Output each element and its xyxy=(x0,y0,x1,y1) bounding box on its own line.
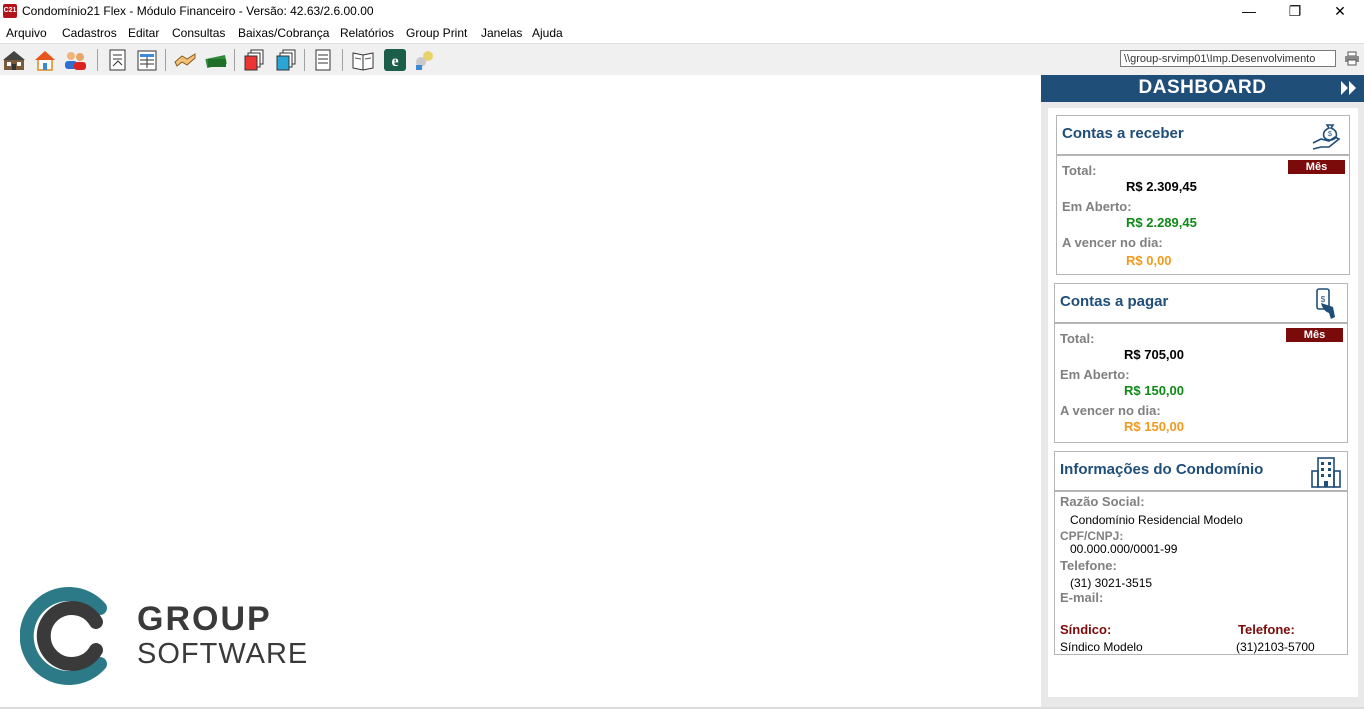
menu-consultas[interactable]: Consultas xyxy=(172,26,225,40)
menu-group-print[interactable]: Group Print xyxy=(406,26,467,40)
manual-icon[interactable] xyxy=(351,48,375,72)
condominios-icon[interactable] xyxy=(2,48,26,72)
receber-vencer-label: A vencer no dia: xyxy=(1062,235,1163,250)
pagar-title: Contas a pagar xyxy=(1060,293,1169,310)
window-title: Condomínio21 Flex - Módulo Financeiro - … xyxy=(22,4,374,18)
dashboard-panel: DASHBOARD Contas a receber $ Mês Total: … xyxy=(1041,75,1364,707)
building-icon xyxy=(1311,457,1341,488)
receber-total-value: R$ 2.309,45 xyxy=(1126,179,1197,194)
receber-total-label: Total: xyxy=(1062,163,1097,178)
payment-hand-icon: $ xyxy=(1316,288,1335,319)
title-bar: C21 Condomínio21 Flex - Módulo Financeir… xyxy=(0,0,1364,23)
planilha-icon[interactable] xyxy=(135,48,159,72)
relatorio-icon[interactable] xyxy=(311,48,335,72)
maximize-button[interactable]: ❐ xyxy=(1272,0,1318,23)
logo-text-software: SOFTWARE xyxy=(137,638,309,670)
usuarios-icon[interactable] xyxy=(413,48,437,72)
money-bag-hand-icon: $ xyxy=(1312,124,1341,150)
pagar-vencer-label: A vencer no dia: xyxy=(1060,403,1161,418)
menu-ajuda[interactable]: Ajuda xyxy=(532,26,563,40)
pagar-total-value: R$ 705,00 xyxy=(1124,347,1184,362)
menu-arquivo[interactable]: Arquivo xyxy=(6,26,47,40)
pagar-aberto-value: R$ 150,00 xyxy=(1124,383,1184,398)
telefone-label: Telefone: xyxy=(1060,558,1117,573)
razao-social-label: Razão Social: xyxy=(1060,494,1145,509)
cnpj-value: 00.000.000/0001-99 xyxy=(1070,542,1178,556)
app-icon: C21 xyxy=(3,4,17,18)
cnpj-label: CPF/CNPJ: xyxy=(1060,529,1124,543)
toolbar-separator xyxy=(234,49,235,71)
email-label: E-mail: xyxy=(1060,590,1104,605)
e-icon[interactable]: e xyxy=(383,48,407,72)
receber-card-header: Contas a receber $ xyxy=(1056,115,1350,155)
sindico-label: Síndico: xyxy=(1060,622,1112,637)
logo-text-group: GROUP xyxy=(137,600,272,638)
telefone-value: (31) 3021-3515 xyxy=(1070,576,1153,590)
receber-aberto-value: R$ 2.289,45 xyxy=(1126,215,1197,230)
pagar-month-badge[interactable]: Mês xyxy=(1286,328,1343,342)
pessoas-icon[interactable] xyxy=(63,48,87,72)
svg-text:e: e xyxy=(391,53,398,70)
lancamento-icon[interactable] xyxy=(106,48,130,72)
collapse-arrows-icon[interactable] xyxy=(1340,80,1358,96)
menu-janelas[interactable]: Janelas xyxy=(481,26,522,40)
documentos-icon[interactable] xyxy=(274,48,298,72)
menu-bar: Arquivo Cadastros Editar Consultas Baixa… xyxy=(0,23,1364,44)
info-title: Informações do Condomínio xyxy=(1060,461,1264,478)
toolbar-separator xyxy=(342,49,343,71)
pagar-card-body: Mês Total: R$ 705,00 Em Aberto: R$ 150,0… xyxy=(1054,323,1348,443)
info-card-body: Razão Social: Condomínio Residencial Mod… xyxy=(1054,491,1348,655)
razao-social-value: Condomínio Residencial Modelo xyxy=(1070,513,1243,527)
menu-editar[interactable]: Editar xyxy=(128,26,159,40)
minimize-button[interactable]: — xyxy=(1226,0,1272,23)
info-card-header: Informações do Condomínio xyxy=(1054,451,1348,491)
menu-baixas-cobranca[interactable]: Baixas/Cobrança xyxy=(238,26,329,40)
sindico-telefone-label: Telefone: xyxy=(1238,622,1295,637)
group-software-logo-icon xyxy=(20,587,107,685)
toolbar-separator xyxy=(165,49,166,71)
receber-month-badge[interactable]: Mês xyxy=(1288,160,1345,174)
svg-text:$: $ xyxy=(1328,131,1332,138)
printer-path-field[interactable]: \\group-srvimp01\Imp.Desenvolvimento xyxy=(1120,50,1336,67)
toolbar-separator xyxy=(304,49,305,71)
receber-title: Contas a receber xyxy=(1062,125,1184,142)
receber-card-body: Mês Total: R$ 2.309,45 Em Aberto: R$ 2.2… xyxy=(1056,155,1350,275)
pagar-total-label: Total: xyxy=(1060,331,1095,346)
receber-aberto-label: Em Aberto: xyxy=(1062,199,1132,214)
dashboard-title: DASHBOARD xyxy=(1138,77,1267,98)
dashboard-body: Contas a receber $ Mês Total: R$ 2.309,4… xyxy=(1048,108,1358,697)
close-button[interactable]: ✕ xyxy=(1317,0,1363,23)
sindico-value: Síndico Modelo xyxy=(1060,640,1143,654)
printer-icon[interactable] xyxy=(1344,51,1360,66)
toolbar-separator xyxy=(97,49,98,71)
copias-icon[interactable] xyxy=(242,48,266,72)
pagar-card-header: Contas a pagar $ xyxy=(1054,283,1348,323)
pagar-vencer-value: R$ 150,00 xyxy=(1124,419,1184,434)
pagar-aberto-label: Em Aberto: xyxy=(1060,367,1130,382)
sindico-telefone-value: (31)2103-5700 xyxy=(1236,640,1315,654)
unidades-icon[interactable] xyxy=(33,48,57,72)
menu-cadastros[interactable]: Cadastros xyxy=(62,26,117,40)
pagamento-icon[interactable] xyxy=(204,48,228,72)
receber-vencer-value: R$ 0,00 xyxy=(1126,253,1172,268)
menu-relatorios[interactable]: Relatórios xyxy=(340,26,394,40)
svg-text:$: $ xyxy=(1321,295,1326,304)
acordo-icon[interactable] xyxy=(173,48,197,72)
dashboard-header: DASHBOARD xyxy=(1041,75,1364,102)
